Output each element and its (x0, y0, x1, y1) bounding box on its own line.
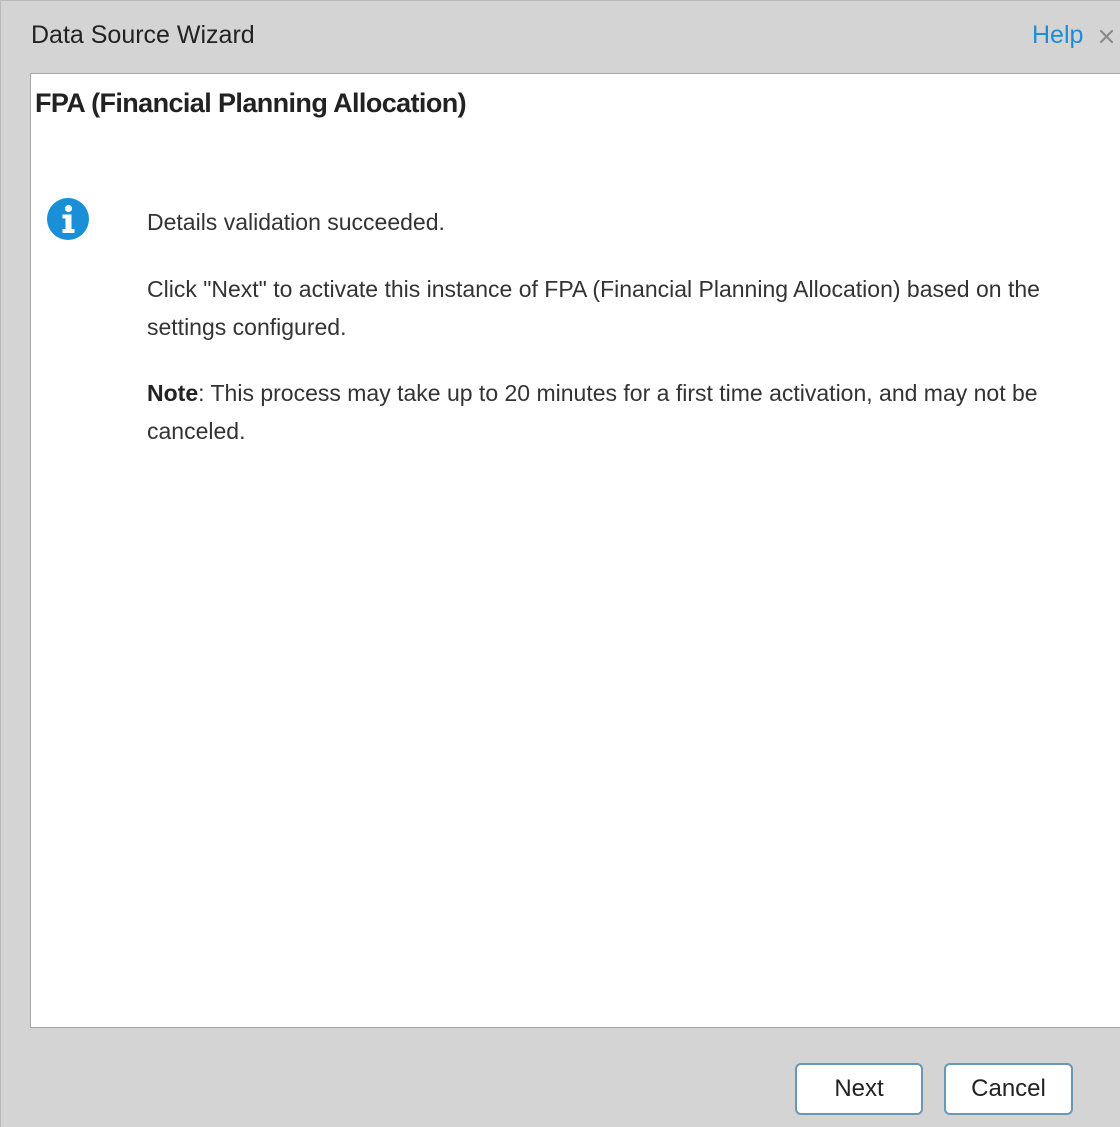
page-heading: FPA (Financial Planning Allocation) (35, 88, 467, 118)
note-label: Note (147, 380, 199, 406)
close-icon[interactable] (1095, 24, 1119, 48)
note-text: : This process may take up to 20 minutes… (147, 380, 1038, 444)
dialog-titlebar: Data Source Wizard Help (1, 1, 1120, 73)
cancel-button[interactable]: Cancel (944, 1063, 1073, 1115)
wizard-content-panel: FPA (Financial Planning Allocation) Deta… (30, 73, 1120, 1028)
note-message: Note: This process may take up to 20 min… (147, 374, 1077, 450)
validation-success-message: Details validation succeeded. (147, 209, 445, 235)
data-source-wizard-dialog: Data Source Wizard Help FPA (Financial P… (0, 0, 1120, 1127)
activation-instruction-message: Click "Next" to activate this instance o… (147, 276, 1040, 340)
info-icon (47, 198, 89, 240)
next-button[interactable]: Next (795, 1063, 923, 1115)
help-link[interactable]: Help (1032, 21, 1083, 50)
dialog-title: Data Source Wizard (31, 21, 255, 49)
